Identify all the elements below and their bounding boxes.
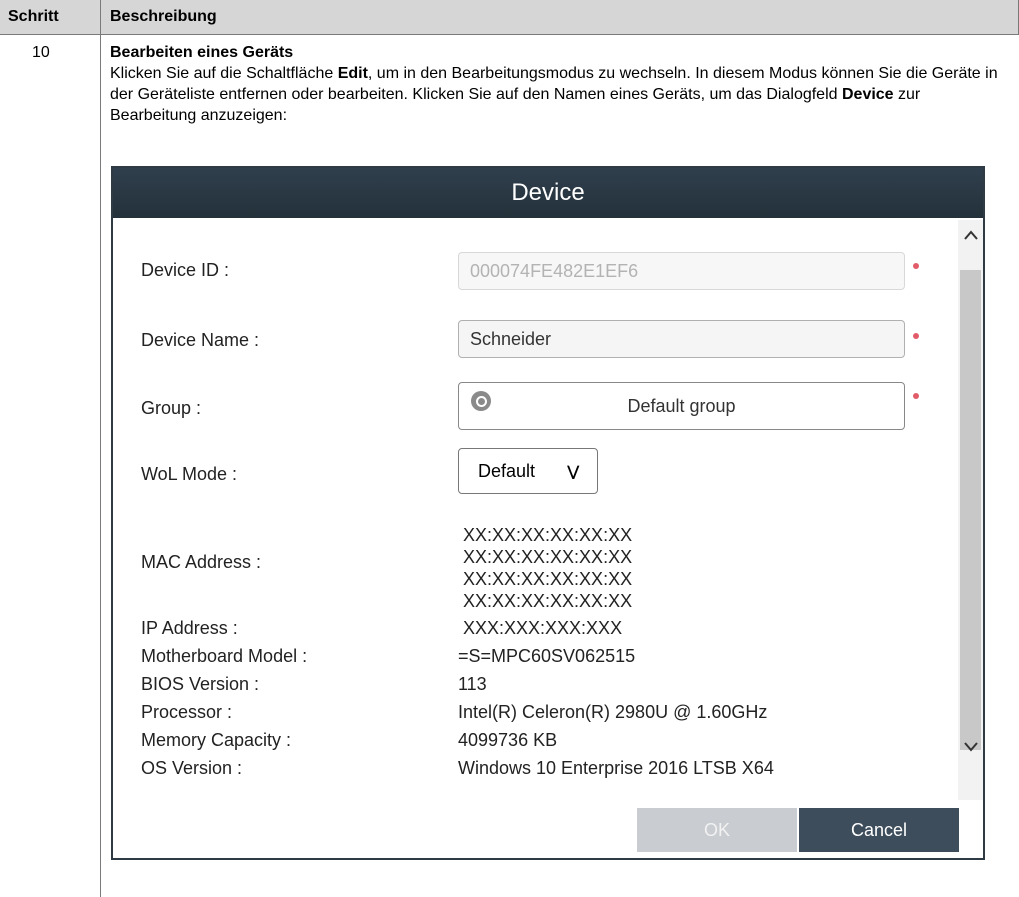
required-marker bbox=[913, 333, 919, 339]
bios-version-label: BIOS Version : bbox=[141, 674, 260, 694]
ok-button[interactable]: OK bbox=[637, 808, 797, 852]
scroll-down-icon[interactable] bbox=[961, 738, 981, 758]
motherboard-model-label: Motherboard Model : bbox=[141, 646, 308, 666]
mac-address-value: XX:XX:XX:XX:XX:XX bbox=[463, 525, 633, 545]
memory-capacity-value: 4099736 KB bbox=[458, 730, 558, 750]
wol-mode-label: WoL Mode : bbox=[141, 464, 238, 484]
bios-version-value: 113 bbox=[458, 674, 487, 694]
mac-address-list: XX:XX:XX:XX:XX:XX XX:XX:XX:XX:XX:XX XX:X… bbox=[463, 524, 632, 612]
ip-address-label: IP Address : bbox=[141, 618, 238, 638]
device-name-label: Device Name : bbox=[141, 330, 260, 350]
scroll-up-icon[interactable] bbox=[961, 228, 981, 248]
device-name-field[interactable]: Schneider bbox=[458, 320, 905, 358]
os-version-label: OS Version : bbox=[141, 758, 243, 778]
device-dialog: Device Device ID : 000074FE482E1EF6 Devi… bbox=[111, 166, 985, 860]
group-label: Group : bbox=[141, 398, 202, 418]
header-step: Schritt bbox=[8, 8, 59, 25]
step-description: Bearbeiten eines Geräts Klicken Sie auf … bbox=[110, 42, 1010, 126]
mac-address-value: XX:XX:XX:XX:XX:XX bbox=[463, 547, 633, 567]
mac-address-value: XX:XX:XX:XX:XX:XX bbox=[463, 591, 633, 611]
step-text: Klicken Sie auf die Schaltfläche Edit, u… bbox=[110, 65, 998, 124]
scroll-thumb[interactable] bbox=[960, 270, 981, 750]
required-marker bbox=[913, 393, 919, 399]
chevron-down-icon: ⋁ bbox=[567, 463, 579, 479]
wol-mode-value: Default bbox=[478, 461, 536, 481]
step-number: 10 bbox=[32, 44, 50, 61]
step-title: Bearbeiten eines Geräts bbox=[110, 44, 294, 61]
table-header: Schritt Beschreibung bbox=[0, 0, 1019, 35]
mac-address-label: MAC Address : bbox=[141, 552, 262, 572]
device-term: Device bbox=[841, 86, 894, 103]
edit-term: Edit bbox=[337, 65, 368, 82]
cancel-button[interactable]: Cancel bbox=[799, 808, 959, 852]
ip-address-value: XXX:XXX:XXX:XXX bbox=[463, 618, 623, 638]
device-id-field: 000074FE482E1EF6 bbox=[458, 252, 905, 290]
column-divider bbox=[100, 0, 101, 897]
wol-mode-select[interactable]: Default ⋁ bbox=[458, 448, 598, 494]
processor-label: Processor : bbox=[141, 702, 233, 722]
dialog-scrollbar[interactable] bbox=[958, 220, 983, 800]
header-description: Beschreibung bbox=[110, 8, 217, 25]
device-id-label: Device ID : bbox=[141, 260, 230, 280]
required-marker bbox=[913, 263, 919, 269]
motherboard-model-value: =S=MPC60SV062515 bbox=[458, 646, 636, 666]
mac-address-value: XX:XX:XX:XX:XX:XX bbox=[463, 569, 633, 589]
os-version-value: Windows 10 Enterprise 2016 LTSB X64 bbox=[458, 758, 774, 778]
memory-capacity-label: Memory Capacity : bbox=[141, 730, 292, 750]
group-selector[interactable]: Default group bbox=[458, 382, 905, 430]
search-icon bbox=[471, 391, 491, 411]
dialog-title: Device bbox=[113, 168, 983, 218]
processor-value: Intel(R) Celeron(R) 2980U @ 1.60GHz bbox=[458, 702, 768, 722]
group-value: Default group bbox=[627, 396, 736, 416]
dialog-body: Device ID : 000074FE482E1EF6 Device Name… bbox=[113, 218, 958, 798]
